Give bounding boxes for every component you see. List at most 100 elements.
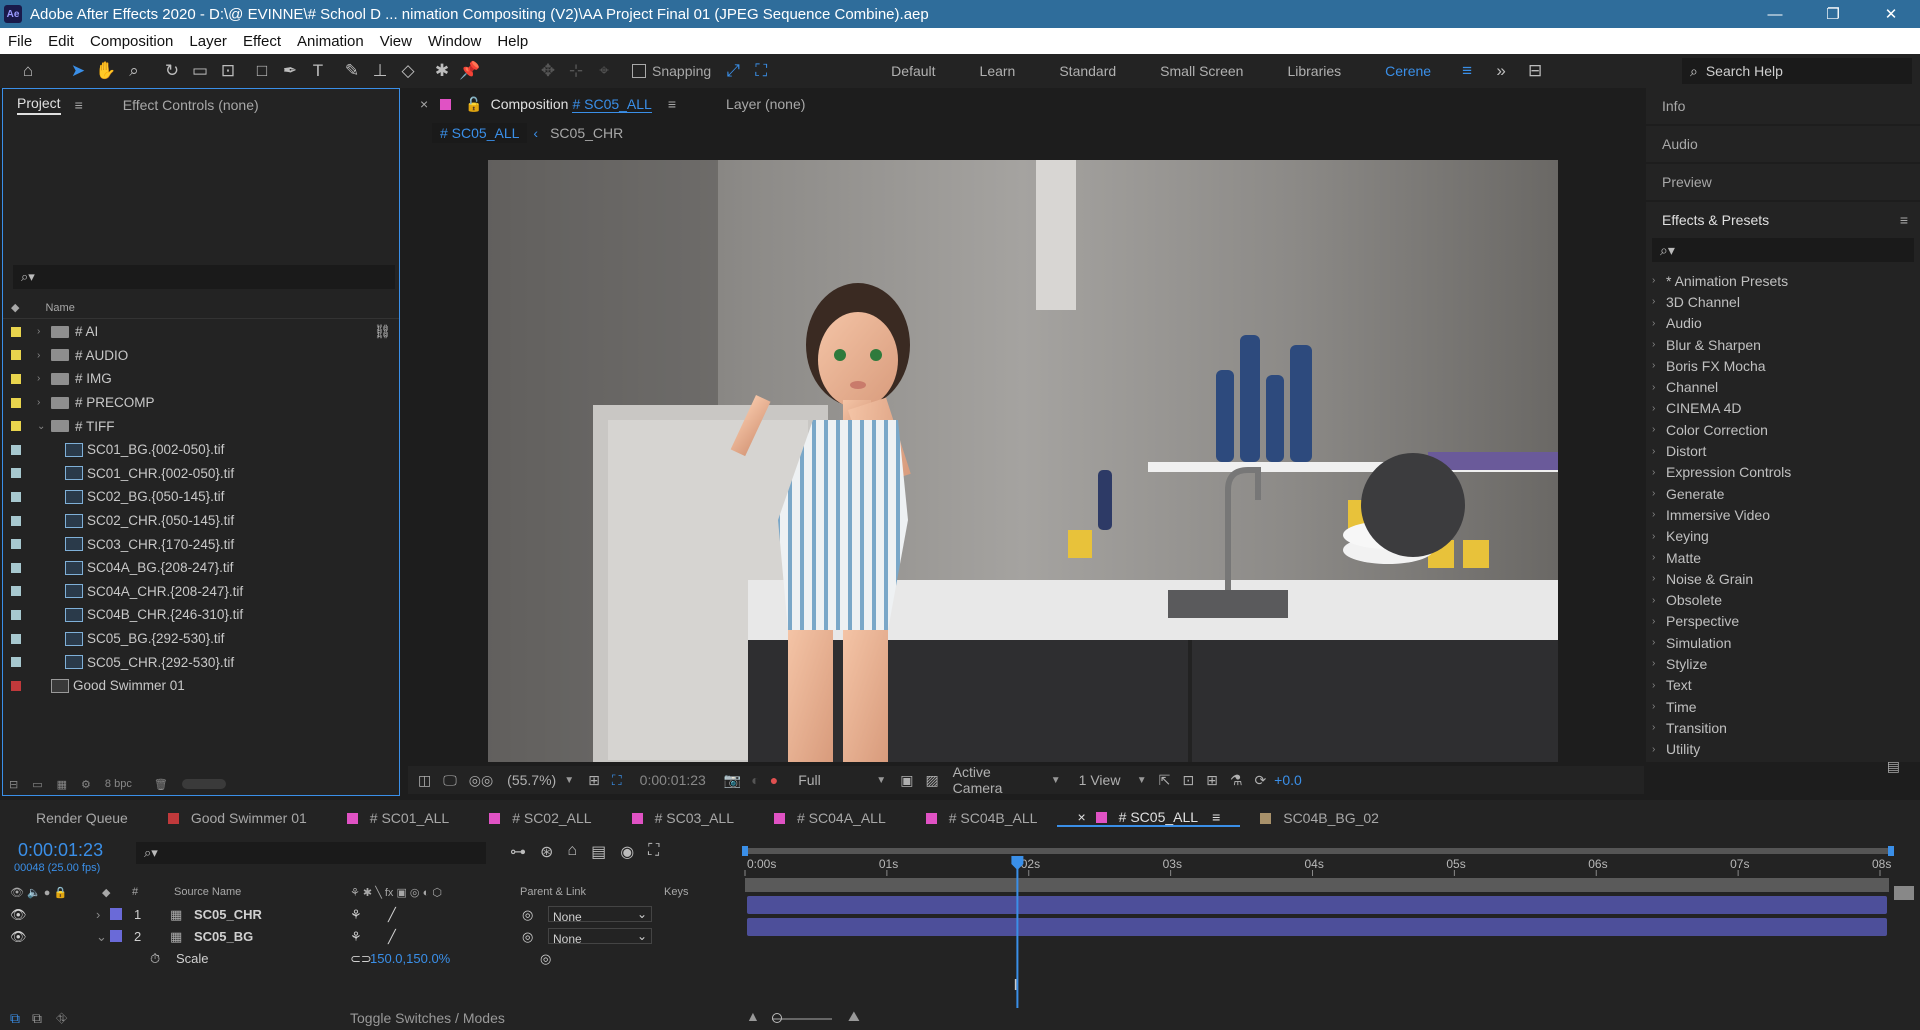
preview-panel-header[interactable]: Preview (1646, 164, 1920, 200)
collapse-arrow-icon[interactable]: ⌄ (37, 421, 51, 432)
timeline-tab[interactable]: × # SC05_ALL ≡ (1057, 809, 1241, 827)
timeline-tab[interactable]: # SC04A_ALL (754, 810, 906, 826)
expand-arrow-icon[interactable]: › (1652, 552, 1666, 563)
timeline-current-time[interactable]: 0:00:01:23 (18, 840, 103, 861)
breadcrumb-active-comp[interactable]: # SC05_ALL (432, 123, 528, 143)
restore-button[interactable]: ❐ (1804, 0, 1862, 28)
expand-arrow-icon[interactable]: › (1652, 275, 1666, 286)
effect-category-item[interactable]: › Blur & Sharpen (1652, 334, 1920, 355)
expand-arrow-icon[interactable]: › (1652, 680, 1666, 691)
effect-category-item[interactable]: › * Animation Presets (1652, 270, 1920, 291)
constrain-proportions-icon[interactable]: ⊂⊃ (350, 951, 372, 967)
sync-settings-icon[interactable]: ⊟ (1521, 57, 1549, 85)
expand-arrow-icon[interactable]: › (1652, 488, 1666, 499)
in-out-panes-icon[interactable]: ⛗ (56, 1010, 67, 1027)
toggle-switches-modes-button[interactable]: Toggle Switches / Modes (350, 1010, 505, 1026)
label-color-swatch[interactable] (11, 444, 21, 455)
expand-arrow-icon[interactable]: › (1652, 339, 1666, 350)
expand-arrow-icon[interactable]: › (37, 350, 51, 361)
menu-file[interactable]: File (0, 33, 40, 50)
composition-viewer[interactable] (488, 160, 1558, 762)
timeline-tab[interactable]: # SC04B_ALL (906, 810, 1058, 826)
expand-arrow-icon[interactable]: › (1652, 616, 1666, 627)
interpret-footage-icon[interactable]: ⊟ (9, 778, 18, 791)
pen-tool-icon[interactable]: ✒ (276, 57, 304, 85)
comp-mini-flowchart-icon[interactable]: ⊶ (510, 842, 526, 862)
show-snapshot-icon[interactable]: ◐ (751, 772, 759, 788)
new-bin-icon[interactable]: ▤ (1887, 758, 1900, 775)
expand-arrow-icon[interactable]: › (1652, 531, 1666, 542)
effect-category-item[interactable]: › CINEMA 4D (1652, 398, 1920, 419)
layer-duration-bar[interactable] (747, 896, 1887, 914)
expand-arrow-icon[interactable]: › (96, 907, 100, 922)
comp-button-icon[interactable] (1894, 886, 1914, 900)
expand-arrow-icon[interactable]: › (1652, 403, 1666, 414)
layer-duration-bar[interactable] (747, 918, 1887, 936)
source-name-column-header[interactable]: Source Name (174, 886, 241, 898)
work-area-bar[interactable] (744, 848, 1894, 854)
label-color-swatch[interactable] (11, 515, 21, 526)
bit-depth-label[interactable]: 8 bpc (105, 778, 132, 790)
vr-glasses-icon[interactable]: ◎◎ (469, 772, 493, 789)
project-item-row[interactable]: › # AI ⛓ (3, 320, 399, 344)
label-color-swatch[interactable] (11, 421, 21, 432)
exposure-value[interactable]: +0.0 (1274, 772, 1302, 788)
rectangle-tool-icon[interactable]: □ (248, 57, 276, 85)
layer-label-swatch[interactable] (110, 908, 122, 920)
tab-effect-controls[interactable]: Effect Controls (none) (123, 97, 259, 113)
panel-menu-icon[interactable]: ≡ (1212, 809, 1220, 825)
snap-edges-icon[interactable]: ⤢ (719, 57, 747, 85)
effect-category-item[interactable]: › Audio (1652, 313, 1920, 334)
effect-category-item[interactable]: › Obsolete (1652, 589, 1920, 610)
snapping-checkbox[interactable] (632, 64, 646, 78)
tab-composition-label[interactable]: Composition (491, 96, 569, 112)
label-color-swatch[interactable] (11, 468, 21, 479)
puppet-pin-tool-icon[interactable]: 📌 (456, 57, 484, 85)
effect-category-item[interactable]: › Immersive Video (1652, 504, 1920, 525)
snapshot-icon[interactable]: 📷 (724, 772, 741, 789)
effect-category-item[interactable]: › Keying (1652, 526, 1920, 547)
project-item-row[interactable]: SC04A_CHR.{208-247}.tif (3, 580, 399, 604)
shy-switch-icon[interactable]: ⚘ (350, 929, 362, 945)
region-of-interest-icon[interactable]: ⛶ (612, 772, 622, 789)
expand-arrow-icon[interactable]: › (1652, 467, 1666, 478)
menu-layer[interactable]: Layer (181, 33, 235, 50)
expand-arrow-icon[interactable]: › (1652, 658, 1666, 669)
current-time-display[interactable]: 0:00:01:23 (640, 772, 706, 788)
effects-search-input[interactable]: ⌕▾ (1652, 238, 1914, 262)
toggle-pixel-aspect-icon[interactable]: ⇱ (1159, 772, 1171, 789)
zoom-slider-handle[interactable] (772, 1013, 782, 1023)
type-tool-icon[interactable]: T (304, 57, 332, 85)
draft-3d-toggle-icon[interactable]: ⊛ (540, 842, 553, 862)
expand-arrow-icon[interactable]: › (1652, 424, 1666, 435)
motion-blur-icon[interactable]: ◉ (620, 842, 634, 862)
expand-arrow-icon[interactable]: › (1652, 318, 1666, 329)
workspace-standard[interactable]: Standard (1037, 63, 1138, 79)
project-item-row[interactable]: SC01_CHR.{002-050}.tif (3, 462, 399, 486)
always-preview-icon[interactable]: ◫ (418, 772, 431, 789)
rotate-tool-icon[interactable]: ↻ (158, 57, 186, 85)
effect-category-item[interactable]: › Simulation (1652, 632, 1920, 653)
timeline-ruler-and-bars[interactable]: 0:00s 01s 02s 03s 04s 05s 06s 07s 08s I (742, 836, 1920, 1030)
search-help-field[interactable]: ⌕ Search Help (1682, 58, 1912, 84)
effect-category-item[interactable]: › Generate (1652, 483, 1920, 504)
home-icon[interactable]: ⌂ (14, 57, 42, 85)
panel-menu-icon[interactable]: ≡ (1900, 212, 1908, 228)
timeline-search-input[interactable]: ⌕▾ (136, 842, 486, 864)
reset-exposure-icon[interactable]: ⟳ (1254, 772, 1266, 789)
project-item-row[interactable]: Good Swimmer 01 (3, 674, 399, 698)
selection-tool-icon[interactable]: ➤ (64, 57, 92, 85)
shy-layers-icon[interactable]: ⌂ (567, 842, 577, 862)
timeline-tab[interactable]: # SC01_ALL (327, 810, 469, 826)
panel-menu-icon[interactable]: ≡ (75, 97, 83, 113)
menu-view[interactable]: View (372, 33, 420, 50)
label-color-swatch[interactable] (11, 562, 21, 573)
project-item-row[interactable]: SC02_CHR.{050-145}.tif (3, 509, 399, 533)
view-layout-dropdown[interactable]: 1 View ▼ (1073, 772, 1153, 788)
menu-window[interactable]: Window (420, 33, 489, 50)
hand-tool-icon[interactable]: ✋ (92, 57, 120, 85)
layer-name[interactable]: SC05_BG (194, 929, 253, 944)
adjust-settings-icon[interactable]: ⚙ (81, 778, 91, 791)
pick-whip-icon[interactable]: ◎ (522, 929, 533, 945)
label-color-swatch[interactable] (11, 657, 21, 668)
